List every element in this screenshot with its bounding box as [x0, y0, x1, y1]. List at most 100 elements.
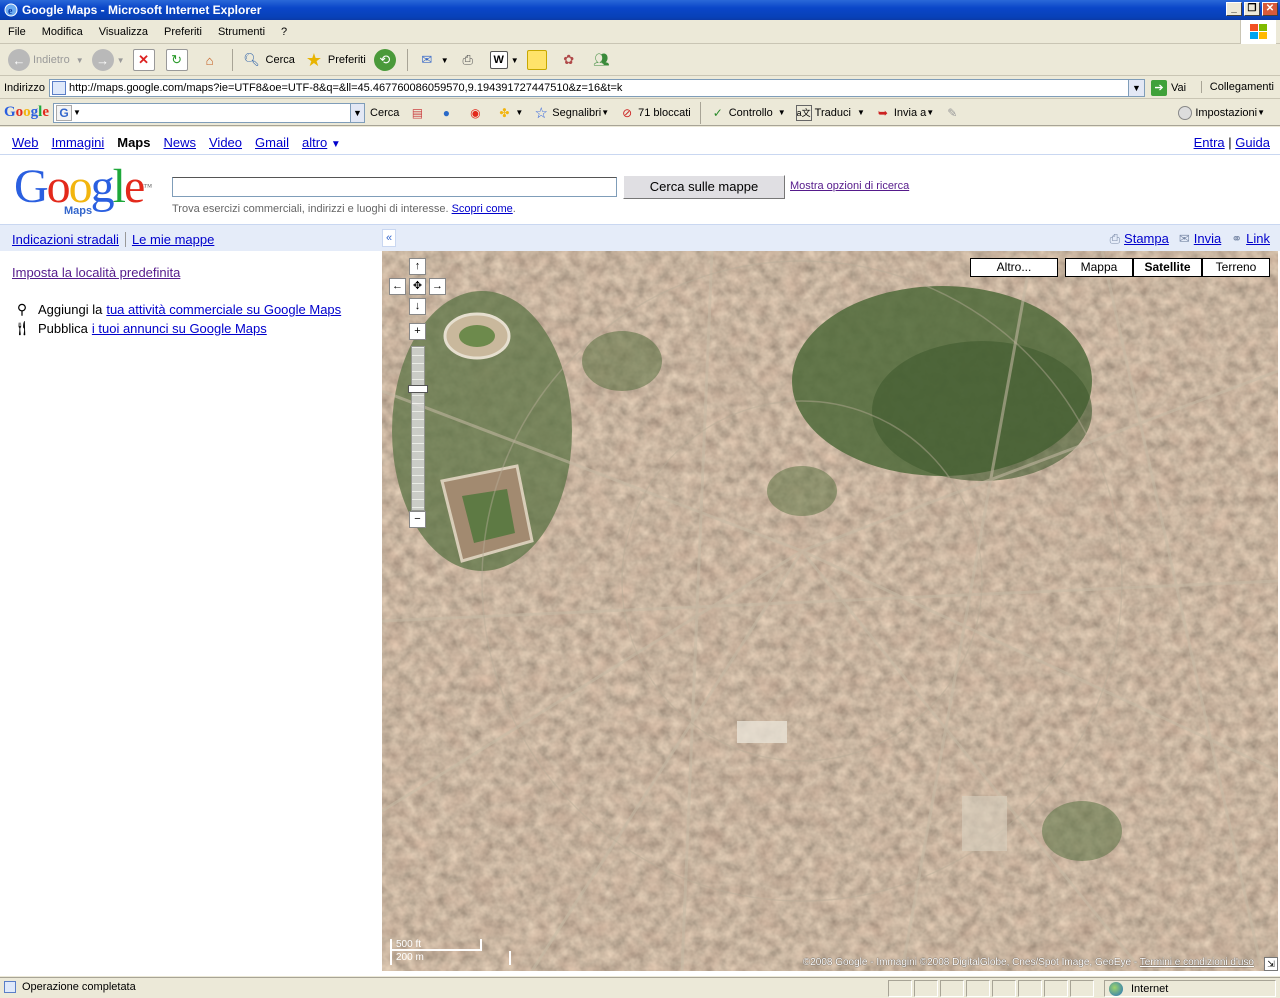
translate-label: Traduci	[814, 106, 851, 119]
highlight-button[interactable]: ✎	[939, 105, 968, 121]
close-window-button[interactable]: ✕	[1262, 2, 1278, 16]
nav-more-link[interactable]: altro	[302, 135, 327, 150]
bookmarks-dropdown-icon[interactable]: ▼	[601, 108, 609, 117]
bookmarks-button[interactable]: ☆ Segnalibri ▼	[528, 105, 614, 122]
google-earth-button[interactable]: ●	[433, 105, 462, 121]
send-dropdown-icon[interactable]: ▼	[926, 108, 934, 117]
directions-link[interactable]: Indicazioni stradali	[12, 232, 119, 247]
forward-dropdown-icon[interactable]: ▼	[117, 56, 125, 65]
send-link-group[interactable]: ✉ Invia	[1179, 231, 1221, 247]
notes-button[interactable]	[523, 47, 554, 73]
link-link-group[interactable]: ⚭ Link	[1231, 231, 1270, 247]
map-type-more[interactable]: Altro...	[970, 258, 1058, 277]
settings-dropdown-icon[interactable]: ▼	[1257, 108, 1265, 117]
zoom-slider-track[interactable]	[411, 346, 425, 511]
google-maps-logo[interactable]: Google™	[14, 163, 152, 211]
forward-button[interactable]: → ▼	[88, 47, 129, 73]
research-button[interactable]: ✿	[554, 47, 587, 73]
my-maps-link[interactable]: Le mie mappe	[132, 232, 214, 247]
nav-web[interactable]: Web	[12, 135, 39, 150]
publish-ads-link[interactable]: i tuoi annunci su Google Maps	[92, 321, 267, 336]
google-search-dropdown-icon[interactable]: ▼	[351, 102, 366, 123]
settings-button[interactable]: Impostazioni ▼	[1173, 105, 1270, 120]
zoom-out-button[interactable]: −	[409, 511, 426, 528]
translate-button[interactable]: a文 Traduci ▼	[791, 104, 870, 121]
zoom-in-button[interactable]: +	[409, 323, 426, 340]
pan-center-button[interactable]: ✥	[409, 278, 426, 295]
nav-video[interactable]: Video	[209, 135, 242, 150]
collapse-sidebar-button[interactable]: «	[382, 229, 396, 247]
menu-favorites[interactable]: Preferiti	[156, 26, 210, 38]
pan-down-button[interactable]: ↓	[409, 298, 426, 315]
link-link[interactable]: Link	[1246, 231, 1270, 246]
search-options-link[interactable]: Mostra opzioni di ricerca	[790, 180, 909, 192]
google-toolbar-search-input[interactable]: G ▼	[53, 102, 352, 123]
edit-dropdown-icon[interactable]: ▼	[511, 56, 519, 65]
spellcheck-button[interactable]: ✓ Controllo ▼	[705, 105, 791, 121]
menu-tools[interactable]: Strumenti	[210, 26, 273, 38]
translate-dropdown-icon[interactable]: ▼	[857, 108, 865, 117]
map-type-terrain[interactable]: Terreno	[1202, 258, 1270, 277]
security-zone[interactable]: Internet	[1104, 980, 1276, 997]
google-g-dropdown-icon[interactable]: ▼	[73, 108, 81, 117]
mail-button[interactable]: ✉ ▼	[412, 47, 453, 73]
nav-gmail[interactable]: Gmail	[255, 135, 289, 150]
back-dropdown-icon[interactable]: ▼	[76, 56, 84, 65]
popup-blocker-button[interactable]: ⊘ 71 bloccati	[614, 105, 696, 121]
maximize-button[interactable]: ❐	[1244, 2, 1260, 16]
terms-link[interactable]: Termini e condizioni d'uso	[1140, 957, 1254, 968]
send-to-button[interactable]: ➥ Invia a ▼	[870, 105, 939, 121]
home-button[interactable]: ⌂	[195, 47, 228, 73]
add-business-row: ⚲ Aggiungi la tua attività commerciale s…	[12, 301, 341, 318]
map-type-satellite[interactable]: Satellite	[1133, 258, 1202, 277]
check-dropdown-icon[interactable]: ▼	[778, 108, 786, 117]
nav-more[interactable]: altro ▼	[302, 135, 341, 150]
print-link[interactable]: Stampa	[1124, 231, 1169, 246]
satellite-map[interactable]: Altro... Mappa Satellite Terreno ↑ ← ✥ →…	[382, 251, 1278, 971]
print-link-group[interactable]: ⎙ Stampa	[1110, 231, 1169, 247]
menu-edit[interactable]: Modifica	[34, 26, 91, 38]
nav-news[interactable]: News	[163, 135, 196, 150]
pan-up-button[interactable]: ↑	[409, 258, 426, 275]
menu-view[interactable]: Visualizza	[91, 26, 156, 38]
map-type-map[interactable]: Mappa	[1065, 258, 1133, 277]
links-button[interactable]: Collegamenti	[1200, 81, 1274, 93]
history-button[interactable]: ⟲	[370, 47, 403, 73]
menu-file[interactable]: File	[0, 26, 34, 38]
gadget-dropdown-icon[interactable]: ▼	[515, 108, 523, 117]
search-button[interactable]: 🔍︎ Cerca	[237, 47, 299, 73]
mail-dropdown-icon[interactable]: ▼	[441, 56, 449, 65]
google-toolbar-logo[interactable]: Google	[4, 104, 49, 121]
google-search-button[interactable]: Cerca	[365, 107, 404, 119]
google-gadget-button[interactable]: ✤ ▼	[491, 105, 528, 121]
edit-button[interactable]: W ▼	[486, 47, 523, 73]
status-message: Operazione completata	[22, 981, 136, 993]
messenger-button[interactable]: 👥︎	[587, 47, 620, 73]
google-news-button[interactable]: ▤	[404, 105, 433, 121]
learn-more-link[interactable]: Scopri come	[452, 203, 513, 215]
pan-right-button[interactable]: →	[429, 278, 446, 295]
pan-left-button[interactable]: ←	[389, 278, 406, 295]
print-button[interactable]: ⎙	[453, 47, 486, 73]
set-default-location-link[interactable]: Imposta la località predefinita	[12, 265, 180, 280]
favorites-button[interactable]: ★ Preferiti	[299, 47, 370, 73]
pencil-icon: ✎	[947, 105, 958, 120]
google-picasa-button[interactable]: ◉	[462, 105, 491, 121]
refresh-button[interactable]: ↻	[162, 47, 195, 73]
go-button[interactable]: ➔ Vai	[1150, 79, 1186, 96]
signin-link[interactable]: Entra	[1194, 135, 1225, 150]
help-link[interactable]: Guida	[1235, 135, 1270, 150]
address-input[interactable]: http://maps.google.com/maps?ie=UTF8&oe=U…	[48, 78, 1129, 97]
minimize-button[interactable]: _	[1226, 2, 1242, 16]
maps-search-input[interactable]	[172, 177, 617, 197]
search-maps-button[interactable]: Cerca sulle mappe	[623, 175, 785, 199]
add-business-link[interactable]: tua attività commerciale su Google Maps	[106, 302, 341, 317]
zoom-slider-thumb[interactable]	[408, 385, 428, 393]
stop-button[interactable]: ✕	[129, 47, 162, 73]
map-resize-icon[interactable]: ⇲	[1264, 957, 1278, 971]
send-link[interactable]: Invia	[1194, 231, 1221, 246]
menu-help[interactable]: ?	[273, 26, 295, 38]
nav-images[interactable]: Immagini	[52, 135, 105, 150]
address-dropdown-icon[interactable]: ▼	[1128, 78, 1145, 97]
back-button[interactable]: ← Indietro ▼	[4, 47, 88, 73]
